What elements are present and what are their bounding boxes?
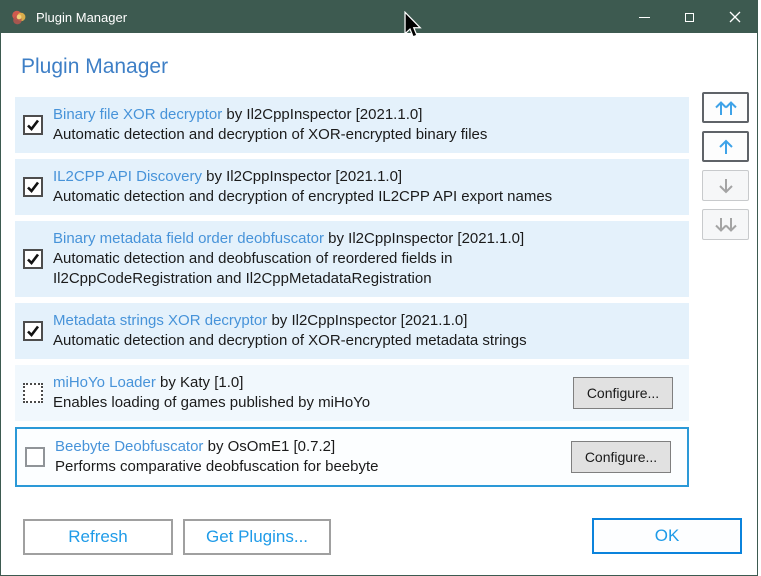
titlebar: Plugin Manager (1, 1, 757, 33)
move-up-button[interactable] (702, 131, 749, 162)
checkmark-icon (27, 181, 40, 193)
checkmark-icon (27, 119, 40, 131)
move-up-icon (718, 139, 733, 154)
plugin-row[interactable]: Binary metadata field order deobfuscator… (15, 221, 689, 297)
plugin-byline: by OsOmE1 [0.7.2] (207, 438, 336, 455)
minimize-icon (639, 16, 650, 18)
plugin-name-link[interactable]: IL2CPP API Discovery (53, 168, 202, 185)
plugin-byline: by Il2CppInspector [2021.1.0] (328, 230, 525, 247)
page-title: Plugin Manager (21, 55, 169, 78)
plugin-name-link[interactable]: Binary metadata field order deobfuscator (53, 230, 324, 247)
plugin-manager-window: Plugin Manager Plugin Manager Binary fil… (0, 0, 758, 576)
plugin-enabled-checkbox[interactable] (23, 383, 43, 403)
get-plugins-button[interactable]: Get Plugins... (183, 519, 331, 555)
window-title: Plugin Manager (36, 9, 128, 25)
plugin-description: Automatic detection and deobfuscation of… (53, 250, 453, 287)
plugin-byline: by Il2CppInspector [2021.1.0] (271, 312, 468, 329)
configure-button[interactable]: Configure... (573, 377, 673, 409)
plugin-enabled-checkbox[interactable] (23, 249, 43, 269)
plugin-row[interactable]: Metadata strings XOR decryptor by Il2Cpp… (15, 303, 689, 359)
plugin-byline: by Il2CppInspector [2021.1.0] (226, 106, 423, 123)
maximize-icon (685, 12, 694, 22)
plugin-description: Enables loading of games published by mi… (53, 394, 371, 411)
move-to-top-icon (714, 100, 737, 115)
plugin-description: Automatic detection and decryption of en… (53, 188, 553, 205)
reorder-buttons (702, 92, 749, 240)
ok-button[interactable]: OK (592, 518, 742, 554)
plugin-row[interactable]: Beebyte Deobfuscator by OsOmE1 [0.7.2] P… (15, 427, 689, 487)
move-to-top-button[interactable] (702, 92, 749, 123)
plugin-name-link[interactable]: miHoYo Loader (53, 374, 156, 391)
checkmark-icon (27, 253, 40, 265)
minimize-button[interactable] (622, 1, 667, 33)
plugin-enabled-checkbox[interactable] (25, 447, 45, 467)
move-down-button[interactable] (702, 170, 749, 201)
close-button[interactable] (712, 1, 757, 33)
plugin-row[interactable]: Binary file XOR decryptor by Il2CppInspe… (15, 97, 689, 153)
close-icon (729, 11, 740, 23)
plugin-name-link[interactable]: Beebyte Deobfuscator (55, 438, 203, 455)
plugin-enabled-checkbox[interactable] (23, 115, 43, 135)
plugin-byline: by Il2CppInspector [2021.1.0] (206, 168, 403, 185)
plugin-enabled-checkbox[interactable] (23, 321, 43, 341)
move-to-bottom-button[interactable] (702, 209, 749, 240)
plugin-enabled-checkbox[interactable] (23, 177, 43, 197)
plugin-name-link[interactable]: Binary file XOR decryptor (53, 106, 222, 123)
move-to-bottom-icon (714, 217, 737, 232)
plugin-list: Binary file XOR decryptor by Il2CppInspe… (15, 97, 689, 487)
checkmark-icon (27, 325, 40, 337)
maximize-button[interactable] (667, 1, 712, 33)
refresh-button[interactable]: Refresh (23, 519, 173, 555)
app-icon (12, 10, 26, 24)
plugin-row[interactable]: IL2CPP API Discovery by Il2CppInspector … (15, 159, 689, 215)
configure-button[interactable]: Configure... (571, 441, 671, 473)
plugin-row[interactable]: miHoYo Loader by Katy [1.0] Enables load… (15, 365, 689, 421)
plugin-description: Performs comparative deobfuscation for b… (55, 458, 379, 475)
plugin-byline: by Katy [1.0] (160, 374, 244, 391)
plugin-description: Automatic detection and decryption of XO… (53, 332, 527, 349)
plugin-description: Automatic detection and decryption of XO… (53, 126, 488, 143)
move-down-icon (718, 178, 733, 193)
plugin-name-link[interactable]: Metadata strings XOR decryptor (53, 312, 267, 329)
